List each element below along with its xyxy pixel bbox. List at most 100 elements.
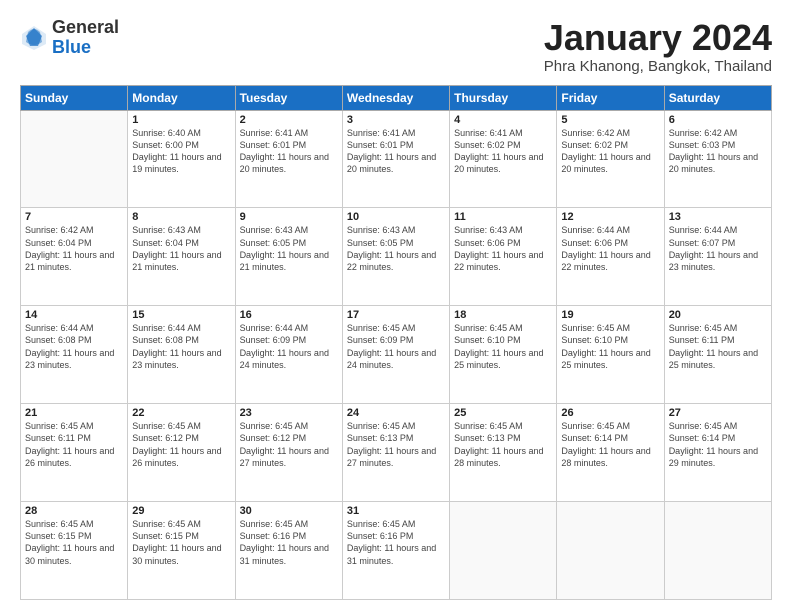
calendar-cell: 12Sunrise: 6:44 AMSunset: 6:06 PMDayligh… bbox=[557, 208, 664, 306]
logo-blue: Blue bbox=[52, 37, 91, 57]
day-number: 8 bbox=[132, 211, 230, 223]
day-info: Sunrise: 6:45 AMSunset: 6:16 PMDaylight:… bbox=[347, 518, 445, 567]
week-row-3: 14Sunrise: 6:44 AMSunset: 6:08 PMDayligh… bbox=[21, 306, 772, 404]
calendar-cell: 21Sunrise: 6:45 AMSunset: 6:11 PMDayligh… bbox=[21, 404, 128, 502]
day-info: Sunrise: 6:44 AMSunset: 6:08 PMDaylight:… bbox=[132, 322, 230, 371]
day-number: 23 bbox=[240, 407, 338, 419]
day-info: Sunrise: 6:44 AMSunset: 6:09 PMDaylight:… bbox=[240, 322, 338, 371]
day-number: 17 bbox=[347, 309, 445, 321]
calendar-cell: 15Sunrise: 6:44 AMSunset: 6:08 PMDayligh… bbox=[128, 306, 235, 404]
day-number: 25 bbox=[454, 407, 552, 419]
calendar-cell: 29Sunrise: 6:45 AMSunset: 6:15 PMDayligh… bbox=[128, 502, 235, 600]
calendar-cell: 28Sunrise: 6:45 AMSunset: 6:15 PMDayligh… bbox=[21, 502, 128, 600]
calendar-cell: 8Sunrise: 6:43 AMSunset: 6:04 PMDaylight… bbox=[128, 208, 235, 306]
logo-text-block: General Blue bbox=[52, 18, 119, 58]
header: General Blue January 2024 Phra Khanong, … bbox=[20, 18, 772, 75]
day-info: Sunrise: 6:45 AMSunset: 6:11 PMDaylight:… bbox=[669, 322, 767, 371]
calendar-cell: 4Sunrise: 6:41 AMSunset: 6:02 PMDaylight… bbox=[450, 110, 557, 208]
day-number: 30 bbox=[240, 505, 338, 517]
day-number: 13 bbox=[669, 211, 767, 223]
day-number: 3 bbox=[347, 114, 445, 126]
day-info: Sunrise: 6:44 AMSunset: 6:06 PMDaylight:… bbox=[561, 224, 659, 273]
day-info: Sunrise: 6:45 AMSunset: 6:11 PMDaylight:… bbox=[25, 420, 123, 469]
weekday-header-wednesday: Wednesday bbox=[342, 85, 449, 110]
day-info: Sunrise: 6:41 AMSunset: 6:01 PMDaylight:… bbox=[240, 127, 338, 176]
day-number: 27 bbox=[669, 407, 767, 419]
calendar-cell: 24Sunrise: 6:45 AMSunset: 6:13 PMDayligh… bbox=[342, 404, 449, 502]
day-info: Sunrise: 6:41 AMSunset: 6:01 PMDaylight:… bbox=[347, 127, 445, 176]
weekday-header-friday: Friday bbox=[557, 85, 664, 110]
calendar-cell bbox=[450, 502, 557, 600]
calendar-cell: 30Sunrise: 6:45 AMSunset: 6:16 PMDayligh… bbox=[235, 502, 342, 600]
calendar-cell: 26Sunrise: 6:45 AMSunset: 6:14 PMDayligh… bbox=[557, 404, 664, 502]
calendar-cell: 22Sunrise: 6:45 AMSunset: 6:12 PMDayligh… bbox=[128, 404, 235, 502]
day-info: Sunrise: 6:45 AMSunset: 6:13 PMDaylight:… bbox=[454, 420, 552, 469]
day-info: Sunrise: 6:45 AMSunset: 6:09 PMDaylight:… bbox=[347, 322, 445, 371]
day-number: 26 bbox=[561, 407, 659, 419]
weekday-header-tuesday: Tuesday bbox=[235, 85, 342, 110]
day-info: Sunrise: 6:42 AMSunset: 6:04 PMDaylight:… bbox=[25, 224, 123, 273]
logo-icon bbox=[20, 24, 48, 52]
day-info: Sunrise: 6:45 AMSunset: 6:10 PMDaylight:… bbox=[561, 322, 659, 371]
calendar-subtitle: Phra Khanong, Bangkok, Thailand bbox=[544, 58, 772, 75]
day-info: Sunrise: 6:45 AMSunset: 6:12 PMDaylight:… bbox=[132, 420, 230, 469]
calendar-cell: 1Sunrise: 6:40 AMSunset: 6:00 PMDaylight… bbox=[128, 110, 235, 208]
day-info: Sunrise: 6:45 AMSunset: 6:16 PMDaylight:… bbox=[240, 518, 338, 567]
day-number: 9 bbox=[240, 211, 338, 223]
calendar-cell: 11Sunrise: 6:43 AMSunset: 6:06 PMDayligh… bbox=[450, 208, 557, 306]
week-row-1: 1Sunrise: 6:40 AMSunset: 6:00 PMDaylight… bbox=[21, 110, 772, 208]
week-row-4: 21Sunrise: 6:45 AMSunset: 6:11 PMDayligh… bbox=[21, 404, 772, 502]
day-info: Sunrise: 6:41 AMSunset: 6:02 PMDaylight:… bbox=[454, 127, 552, 176]
day-number: 21 bbox=[25, 407, 123, 419]
logo-text: General Blue bbox=[52, 18, 119, 58]
calendar-cell: 23Sunrise: 6:45 AMSunset: 6:12 PMDayligh… bbox=[235, 404, 342, 502]
calendar-cell: 19Sunrise: 6:45 AMSunset: 6:10 PMDayligh… bbox=[557, 306, 664, 404]
day-number: 19 bbox=[561, 309, 659, 321]
day-number: 11 bbox=[454, 211, 552, 223]
calendar-cell: 27Sunrise: 6:45 AMSunset: 6:14 PMDayligh… bbox=[664, 404, 771, 502]
day-info: Sunrise: 6:45 AMSunset: 6:13 PMDaylight:… bbox=[347, 420, 445, 469]
calendar-table: SundayMondayTuesdayWednesdayThursdayFrid… bbox=[20, 85, 772, 600]
day-info: Sunrise: 6:43 AMSunset: 6:05 PMDaylight:… bbox=[240, 224, 338, 273]
day-info: Sunrise: 6:40 AMSunset: 6:00 PMDaylight:… bbox=[132, 127, 230, 176]
day-info: Sunrise: 6:45 AMSunset: 6:12 PMDaylight:… bbox=[240, 420, 338, 469]
week-row-5: 28Sunrise: 6:45 AMSunset: 6:15 PMDayligh… bbox=[21, 502, 772, 600]
calendar-cell: 2Sunrise: 6:41 AMSunset: 6:01 PMDaylight… bbox=[235, 110, 342, 208]
calendar-cell: 20Sunrise: 6:45 AMSunset: 6:11 PMDayligh… bbox=[664, 306, 771, 404]
day-number: 7 bbox=[25, 211, 123, 223]
calendar-cell: 10Sunrise: 6:43 AMSunset: 6:05 PMDayligh… bbox=[342, 208, 449, 306]
calendar-cell: 18Sunrise: 6:45 AMSunset: 6:10 PMDayligh… bbox=[450, 306, 557, 404]
logo: General Blue bbox=[20, 18, 119, 58]
day-number: 4 bbox=[454, 114, 552, 126]
day-info: Sunrise: 6:43 AMSunset: 6:04 PMDaylight:… bbox=[132, 224, 230, 273]
calendar-cell bbox=[664, 502, 771, 600]
day-number: 14 bbox=[25, 309, 123, 321]
day-info: Sunrise: 6:45 AMSunset: 6:15 PMDaylight:… bbox=[132, 518, 230, 567]
page: General Blue January 2024 Phra Khanong, … bbox=[0, 0, 792, 612]
title-block: January 2024 Phra Khanong, Bangkok, Thai… bbox=[544, 18, 772, 75]
day-info: Sunrise: 6:44 AMSunset: 6:07 PMDaylight:… bbox=[669, 224, 767, 273]
weekday-header-sunday: Sunday bbox=[21, 85, 128, 110]
day-info: Sunrise: 6:42 AMSunset: 6:03 PMDaylight:… bbox=[669, 127, 767, 176]
day-number: 12 bbox=[561, 211, 659, 223]
weekday-header-monday: Monday bbox=[128, 85, 235, 110]
weekday-header-row: SundayMondayTuesdayWednesdayThursdayFrid… bbox=[21, 85, 772, 110]
calendar-cell: 3Sunrise: 6:41 AMSunset: 6:01 PMDaylight… bbox=[342, 110, 449, 208]
calendar-cell: 25Sunrise: 6:45 AMSunset: 6:13 PMDayligh… bbox=[450, 404, 557, 502]
day-number: 2 bbox=[240, 114, 338, 126]
day-number: 28 bbox=[25, 505, 123, 517]
day-info: Sunrise: 6:44 AMSunset: 6:08 PMDaylight:… bbox=[25, 322, 123, 371]
day-number: 20 bbox=[669, 309, 767, 321]
day-number: 6 bbox=[669, 114, 767, 126]
weekday-header-saturday: Saturday bbox=[664, 85, 771, 110]
day-info: Sunrise: 6:45 AMSunset: 6:15 PMDaylight:… bbox=[25, 518, 123, 567]
day-number: 24 bbox=[347, 407, 445, 419]
day-number: 5 bbox=[561, 114, 659, 126]
calendar-title: January 2024 bbox=[544, 18, 772, 58]
day-number: 18 bbox=[454, 309, 552, 321]
day-number: 31 bbox=[347, 505, 445, 517]
day-info: Sunrise: 6:45 AMSunset: 6:14 PMDaylight:… bbox=[669, 420, 767, 469]
calendar-cell: 7Sunrise: 6:42 AMSunset: 6:04 PMDaylight… bbox=[21, 208, 128, 306]
day-number: 15 bbox=[132, 309, 230, 321]
calendar-cell: 17Sunrise: 6:45 AMSunset: 6:09 PMDayligh… bbox=[342, 306, 449, 404]
